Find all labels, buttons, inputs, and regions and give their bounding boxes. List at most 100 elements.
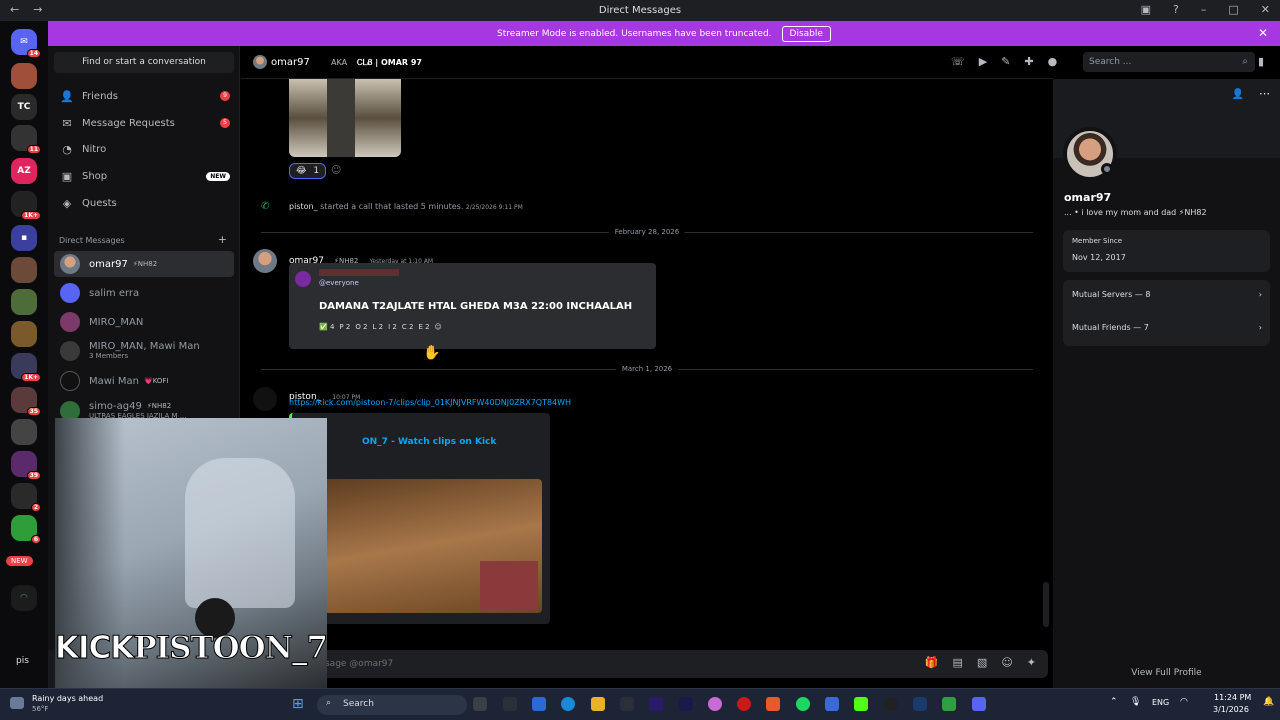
add-reaction-icon[interactable]: ☺ xyxy=(331,165,341,176)
server-az[interactable]: AZ xyxy=(11,158,37,184)
nav-quests[interactable]: ◈ Quests xyxy=(60,192,230,214)
find-conversation-input[interactable]: Find or start a conversation xyxy=(54,52,234,73)
server-icon[interactable] xyxy=(11,419,37,445)
app-icon[interactable] xyxy=(620,697,634,711)
mutual-servers-row[interactable]: Mutual Servers — 8 › xyxy=(1072,290,1262,299)
server-icon[interactable]: 1K+ xyxy=(11,191,41,220)
profile-avatar[interactable] xyxy=(1063,127,1117,181)
phone-icon: ✆ xyxy=(261,201,270,212)
microphone-icon[interactable]: 🎙 xyxy=(1130,697,1141,707)
file-explorer-icon[interactable] xyxy=(591,697,605,711)
server-icon[interactable] xyxy=(11,257,37,283)
spotify-icon[interactable] xyxy=(796,697,810,711)
language-indicator[interactable]: ENG xyxy=(1152,698,1169,707)
discord-taskbar-icon[interactable] xyxy=(972,697,986,711)
windows-start-icon[interactable]: ⊞ xyxy=(292,696,304,712)
wifi-icon[interactable]: ◠ xyxy=(1180,697,1188,707)
add-reaction-icon[interactable]: ☺ xyxy=(435,323,442,331)
disable-streamer-button[interactable]: Disable xyxy=(781,25,831,42)
kick-icon[interactable] xyxy=(854,697,868,711)
badge: 11 xyxy=(26,145,41,154)
forwarded-embed[interactable]: @everyone DAMANA T2AJLATE HTAL GHEDA M3A… xyxy=(289,263,656,349)
help-icon[interactable]: ? xyxy=(1173,3,1179,16)
home-discord-icon[interactable]: ✉ 14 xyxy=(11,29,41,58)
task-view-icon[interactable] xyxy=(473,697,487,711)
steam-icon[interactable] xyxy=(913,697,927,711)
server-icon[interactable] xyxy=(11,321,37,347)
nav-shop[interactable]: ▣ Shop NEW xyxy=(60,165,230,187)
bookmark-icon[interactable]: ▮ xyxy=(1258,55,1264,68)
after-effects-icon[interactable] xyxy=(679,697,693,711)
inbox-icon[interactable]: ▣ xyxy=(1141,3,1151,16)
server-icon[interactable]: 2 xyxy=(11,483,41,512)
dm-item-group[interactable]: MIRO_MAN, Mawi Man 3 Members xyxy=(54,336,234,366)
scrollbar[interactable] xyxy=(1043,582,1049,627)
link-embed[interactable]: ON_7 - Watch clips on Kick xyxy=(289,413,550,624)
avatar[interactable] xyxy=(253,249,277,273)
search-input[interactable]: Search ... ⌕ xyxy=(1083,52,1255,72)
clock-date[interactable]: 3/1/2026 xyxy=(1213,705,1249,714)
nav-message-requests[interactable]: ✉ Message Requests 5 xyxy=(60,112,230,134)
count-badge: 5 xyxy=(220,118,230,128)
video-icon[interactable]: ▶ xyxy=(979,55,987,68)
store-icon[interactable] xyxy=(532,697,546,711)
minimize-button[interactable]: – xyxy=(1201,3,1207,16)
server-icon[interactable]: 39 xyxy=(11,451,41,480)
server-tc[interactable]: TC xyxy=(11,94,37,120)
sticker-icon[interactable]: ▧ xyxy=(977,656,987,669)
add-friend-icon[interactable]: ✚ xyxy=(1024,55,1033,68)
view-full-profile-button[interactable]: View Full Profile xyxy=(1053,668,1280,678)
app-icon[interactable] xyxy=(503,697,517,711)
nav-nitro[interactable]: ◔ Nitro xyxy=(60,138,230,160)
dm-item-salim-erra[interactable]: salim erra xyxy=(54,280,234,306)
close-icon[interactable]: ✕ xyxy=(1258,26,1268,40)
server-icon[interactable]: 35 xyxy=(11,387,41,416)
app-icon[interactable] xyxy=(942,697,956,711)
clock-time[interactable]: 11:24 PM xyxy=(1214,693,1251,702)
reaction-chip[interactable]: 😂 1 xyxy=(289,163,327,179)
dm-item-mawi-man[interactable]: Mawi Man 💗KOFI xyxy=(54,368,234,394)
obs-icon[interactable] xyxy=(884,697,898,711)
server-icon[interactable] xyxy=(11,63,37,89)
friends-icon: 👤 xyxy=(60,89,74,103)
nav-friends[interactable]: 👤 Friends 9 xyxy=(60,85,230,107)
profile-toggle-icon[interactable]: ● xyxy=(1048,55,1058,68)
dm-item-miro-man[interactable]: MIRO_MAN xyxy=(54,309,234,335)
copilot-icon[interactable] xyxy=(708,697,722,711)
message-link[interactable]: https://kick.com/pistoon-7/clips/clip_01… xyxy=(289,398,571,407)
emoji-icon[interactable]: ☺ xyxy=(1001,656,1012,669)
app-icon[interactable] xyxy=(737,697,751,711)
close-window-button[interactable]: ✕ xyxy=(1261,3,1270,16)
add-friend-icon[interactable]: 👤 xyxy=(1232,89,1244,100)
embed-title[interactable]: ON_7 - Watch clips on Kick xyxy=(362,437,496,447)
tray-chevron-icon[interactable]: ⌃ xyxy=(1110,697,1118,707)
more-icon[interactable]: ⋯ xyxy=(1259,87,1270,100)
premiere-icon[interactable] xyxy=(649,697,663,711)
folder-icon[interactable]: ▪ xyxy=(11,225,37,251)
pin-icon[interactable]: ✎ xyxy=(1001,55,1010,68)
call-icon[interactable]: ☏ xyxy=(951,55,965,68)
rss-icon[interactable]: ◠ xyxy=(11,585,37,611)
gift-icon[interactable]: 🎁 xyxy=(925,656,939,669)
server-icon[interactable] xyxy=(11,289,37,315)
server-icon[interactable]: 6 xyxy=(11,515,41,544)
message-composer[interactable]: Message @omar97 🎁 ▤ ▧ ☺ ✦ xyxy=(252,650,1048,678)
taskbar-search[interactable]: ⌕ Search xyxy=(317,695,467,715)
gif-icon[interactable]: ▤ xyxy=(953,656,963,669)
add-dm-icon[interactable]: + xyxy=(218,233,227,246)
embed-thumbnail[interactable] xyxy=(302,479,542,613)
edge-icon[interactable] xyxy=(561,697,575,711)
apps-icon[interactable]: ✦ xyxy=(1027,656,1036,669)
call-text: started a call that lasted 5 minutes. xyxy=(320,202,464,211)
notepad-icon[interactable] xyxy=(825,697,839,711)
image-attachment[interactable] xyxy=(289,79,401,157)
maximize-button[interactable]: □ xyxy=(1228,3,1238,16)
notifications-icon[interactable]: 🔔 xyxy=(1263,697,1274,707)
dm-item-omar97[interactable]: omar97 ⚡NH82 xyxy=(54,251,234,277)
weather-title[interactable]: Rainy days ahead xyxy=(32,694,103,703)
mutual-friends-row[interactable]: Mutual Friends — 7 › xyxy=(1072,323,1262,332)
server-icon[interactable]: 11 xyxy=(11,125,41,154)
server-icon[interactable]: 1K+ xyxy=(11,353,41,382)
brave-icon[interactable] xyxy=(766,697,780,711)
avatar[interactable] xyxy=(253,387,277,411)
